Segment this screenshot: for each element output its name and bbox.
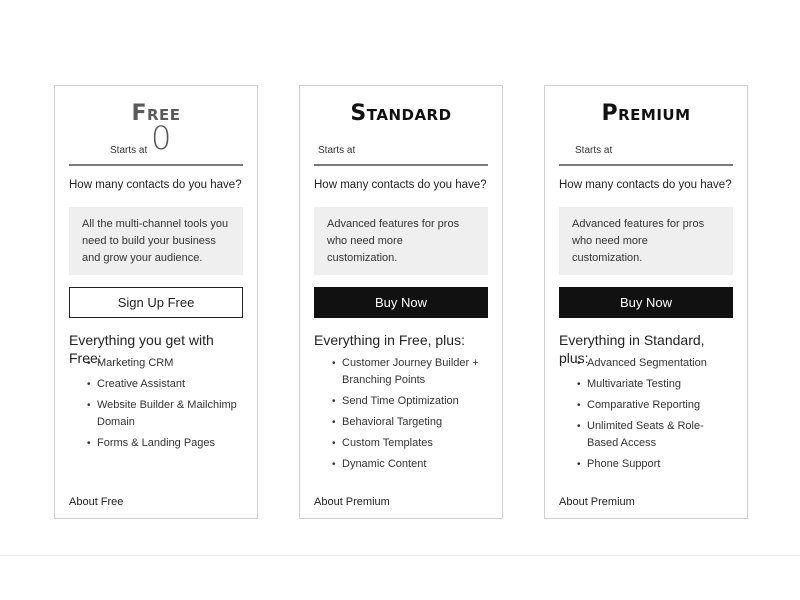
plan-description: Advanced features for pros who need more… bbox=[559, 207, 733, 275]
feature-item: • Custom Templates bbox=[332, 435, 488, 452]
feature-item: • Unlimited Seats & Role-Based Access bbox=[577, 420, 704, 449]
sign-up-free-button[interactable]: Sign Up Free bbox=[69, 287, 243, 318]
plan-card-standard: Standard Starts at How many contacts do … bbox=[299, 85, 503, 519]
features-title: Everything you get with Free: bbox=[69, 332, 214, 366]
contacts-question[interactable]: How many contacts do you have? bbox=[314, 177, 488, 193]
bullet-icon: • bbox=[577, 421, 581, 432]
bullet-icon: • bbox=[87, 358, 91, 369]
bullet-icon: • bbox=[332, 396, 336, 407]
bullet-icon: • bbox=[87, 379, 91, 390]
plan-description-text: Advanced features for pros who need more… bbox=[327, 217, 460, 264]
pricing-page: Free Starts at 0 How many contacts do yo… bbox=[0, 0, 800, 600]
plan-description: All the multi-channel tools you need to … bbox=[69, 207, 243, 275]
contacts-question[interactable]: How many contacts do you have? bbox=[69, 177, 243, 193]
plan-card-free: Free Starts at 0 How many contacts do yo… bbox=[54, 85, 258, 519]
footer-divider bbox=[0, 555, 800, 556]
bullet-icon: • bbox=[332, 438, 336, 449]
plan-title: Premium bbox=[601, 101, 691, 126]
starts-at-label: Starts at bbox=[318, 145, 356, 156]
plan-description: Advanced features for pros who need more… bbox=[314, 207, 488, 275]
price-value: 0 bbox=[151, 119, 172, 157]
feature-item: • Marketing CRM bbox=[87, 355, 243, 372]
bullet-icon: • bbox=[577, 358, 581, 369]
bullet-icon: • bbox=[332, 358, 336, 369]
features-title: Everything in Standard, plus: bbox=[559, 332, 705, 366]
feature-item: • Advanced Segmentation bbox=[577, 355, 733, 372]
bullet-icon: • bbox=[577, 400, 581, 411]
bullet-icon: • bbox=[577, 459, 581, 470]
plan-description-text: Advanced features for pros who need more… bbox=[572, 217, 705, 264]
price-row: Starts at 0 bbox=[69, 122, 243, 166]
bullet-icon: • bbox=[577, 379, 581, 390]
feature-item: • Forms & Landing Pages bbox=[87, 435, 243, 452]
bullet-icon: • bbox=[87, 400, 91, 411]
feature-item: • Phone Support bbox=[577, 456, 733, 473]
features-title: Everything in Free, plus: bbox=[314, 332, 465, 348]
plan-description-text: All the multi-channel tools you need to … bbox=[82, 217, 229, 264]
contacts-question[interactable]: How many contacts do you have? bbox=[559, 177, 733, 193]
buy-now-standard-button[interactable]: Buy Now bbox=[314, 287, 488, 318]
feature-item: • Behavioral Targeting bbox=[332, 414, 488, 431]
feature-item: • Customer Journey Builder + Branching Po… bbox=[332, 357, 479, 386]
starts-at-label: Starts at bbox=[110, 145, 148, 156]
about-premium-link[interactable]: About Premium bbox=[314, 496, 390, 508]
features-list: • Customer Journey Builder + Branching Po… bbox=[314, 355, 488, 473]
feature-item: • Website Builder & Mailchimp Domain bbox=[87, 399, 237, 428]
feature-item: • Send Time Optimization bbox=[332, 393, 488, 410]
plan-title: Standard bbox=[350, 101, 452, 126]
feature-item: • Comparative Reporting bbox=[577, 397, 733, 414]
price-row: Starts at bbox=[314, 128, 488, 166]
price-row: Starts at bbox=[559, 128, 733, 166]
features-list: • Advanced Segmentation • Multivariate Tes… bbox=[559, 355, 733, 473]
pricing-cards: Free Starts at 0 How many contacts do yo… bbox=[54, 85, 748, 519]
buy-now-premium-button[interactable]: Buy Now bbox=[559, 287, 733, 318]
bullet-icon: • bbox=[332, 459, 336, 470]
feature-item: • Multivariate Testing bbox=[577, 376, 733, 393]
bullet-icon: • bbox=[87, 438, 91, 449]
features-list: • Marketing CRM • Creative Assistant • Webs… bbox=[69, 355, 243, 452]
about-free-link[interactable]: About Free bbox=[69, 496, 123, 508]
bullet-icon: • bbox=[332, 417, 336, 428]
feature-item: • Creative Assistant bbox=[87, 376, 243, 393]
feature-item: • Dynamic Content bbox=[332, 456, 488, 473]
starts-at-label: Starts at bbox=[575, 145, 613, 156]
about-premium-link[interactable]: About Premium bbox=[559, 496, 635, 508]
plan-card-premium: Premium Starts at How many contacts do y… bbox=[544, 85, 748, 519]
